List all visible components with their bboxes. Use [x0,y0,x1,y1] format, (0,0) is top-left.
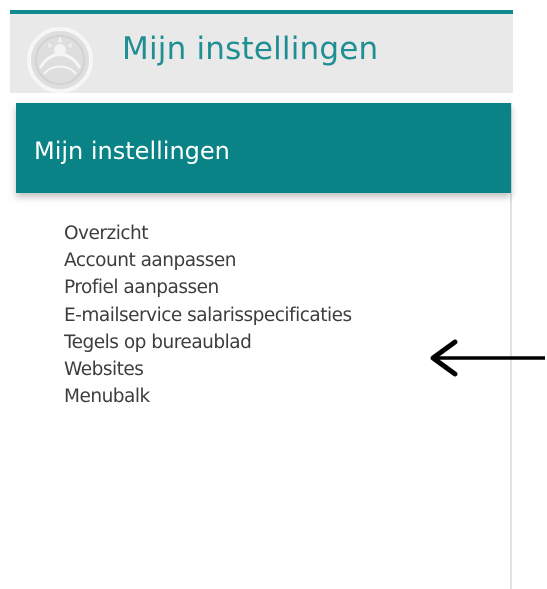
menu-item-tegels-op-bureaublad[interactable]: Tegels op bureaublad [64,329,352,356]
emblem-logo-icon [24,24,96,93]
menu-item-overzicht[interactable]: Overzicht [64,220,352,247]
app-header: Mijn instellingen [10,10,513,93]
panel-title: Mijn instellingen [34,137,230,165]
header-title: Mijn instellingen [122,31,379,67]
menu-item-profiel-aanpassen[interactable]: Profiel aanpassen [64,274,352,301]
settings-menu: Overzicht Account aanpassen Profiel aanp… [64,220,352,410]
menu-item-menubalk[interactable]: Menubalk [64,383,352,410]
menu-item-e-mailservice-salarisspecificaties[interactable]: E-mailservice salarisspecificaties [64,302,352,329]
arrow-left-icon [425,336,547,380]
menu-item-websites[interactable]: Websites [64,356,352,383]
menu-item-account-aanpassen[interactable]: Account aanpassen [64,247,352,274]
panel-header: Mijn instellingen [16,103,511,193]
